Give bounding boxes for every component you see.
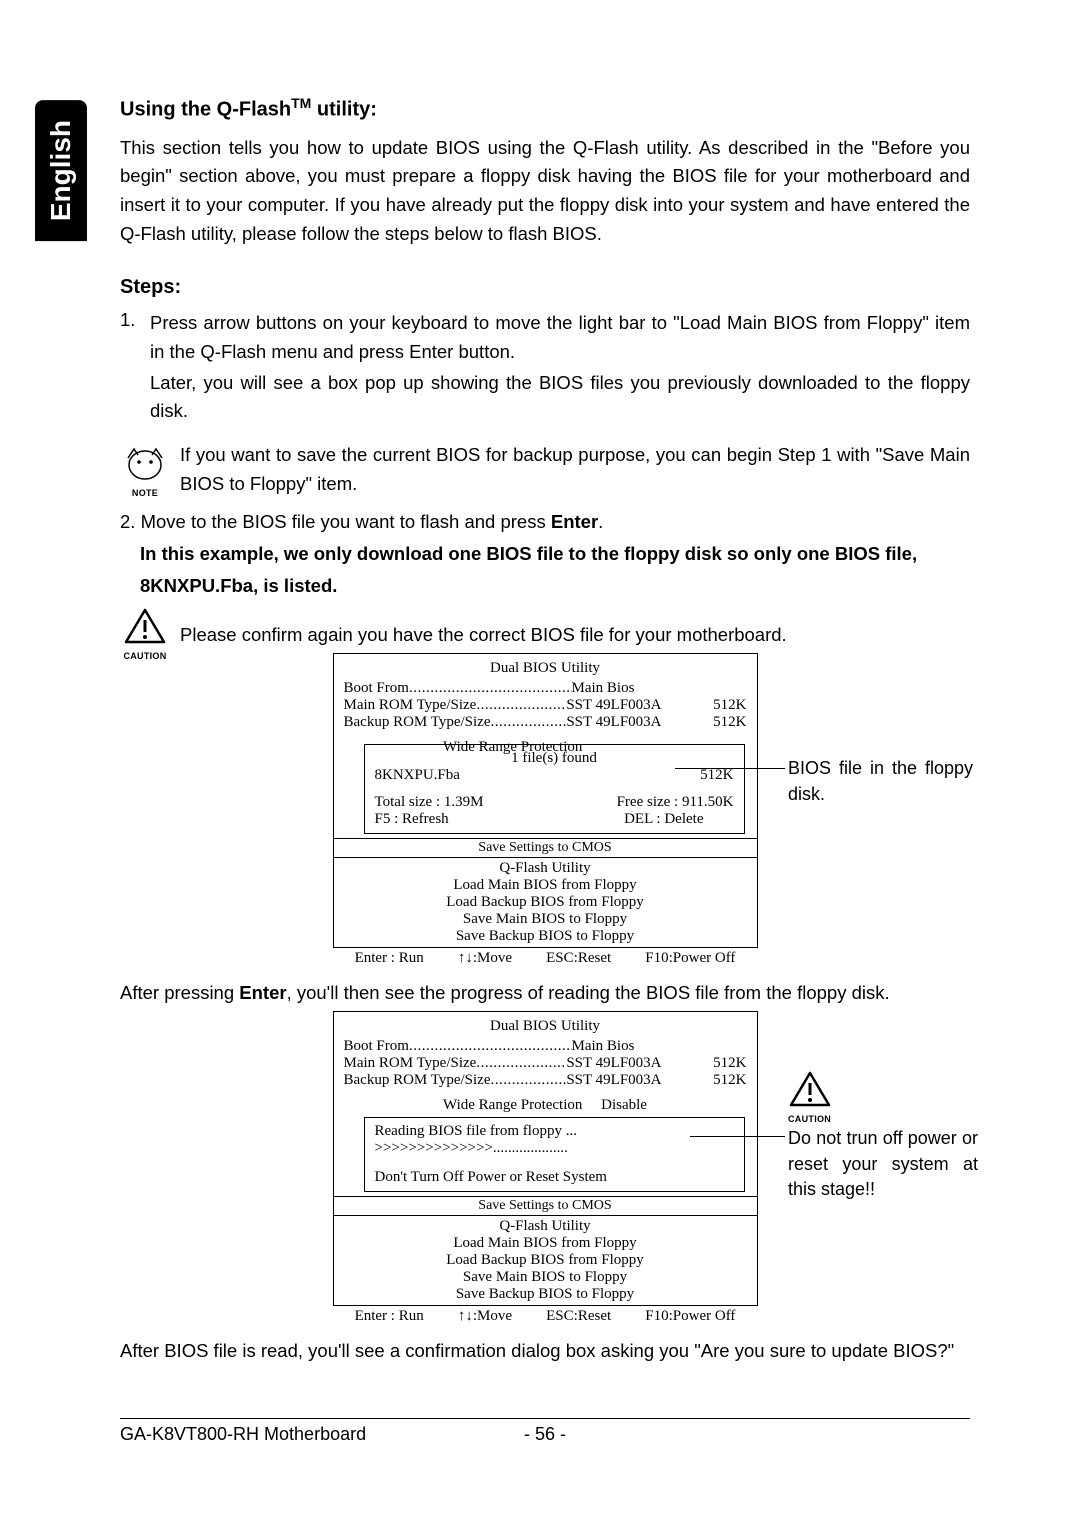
title-tm: TM [291, 95, 311, 111]
step-number: 1. [120, 309, 150, 331]
util1-save-settings: Save Settings to CMOS [333, 839, 758, 858]
section-title: Using the Q-FlashTM utility: [120, 95, 970, 122]
util1-freesize-label: Free size : [617, 794, 682, 810]
after-text-2: After BIOS file is read, you'll see a co… [120, 1340, 970, 1362]
step2-bold: Enter [551, 511, 598, 532]
util1-mainrom-val: SST 49LF003A [566, 697, 661, 714]
util2-boot-val: Main Bios [572, 1038, 747, 1055]
after1-suffix: , you'll then see the progress of readin… [287, 982, 890, 1003]
util1-backuprom-val: SST 49LF003A [566, 714, 661, 731]
util1-menu4: Save Backup BIOS to Floppy [334, 928, 757, 945]
util2-widerange-val: Disable [601, 1097, 647, 1113]
page-content: Using the Q-FlashTM utility: This sectio… [120, 95, 970, 1377]
util2-reading: Reading BIOS file from floppy ... [375, 1123, 734, 1140]
step-text: Press arrow buttons on your keyboard to … [150, 309, 970, 366]
utility-box-2: Dual BIOS Utility Boot From ............… [333, 1011, 758, 1325]
after1-prefix: After pressing [120, 982, 239, 1003]
util1-f10: F10:Power Off [645, 950, 735, 967]
util2-menu4: Save Backup BIOS to Floppy [334, 1286, 757, 1303]
utility-box-1-wrap: Dual BIOS Utility Boot From ............… [120, 653, 970, 967]
annotation-1: BIOS file in the floppy disk. [788, 756, 973, 806]
util2-esc: ESC:Reset [546, 1308, 611, 1325]
title-suffix: utility: [311, 99, 377, 121]
util2-backuprom-val: SST 49LF003A [566, 1072, 661, 1089]
util1-boot-label: Boot From [344, 680, 409, 697]
connector-line-2 [690, 1136, 785, 1137]
util1-del: DEL : Delete [624, 811, 703, 828]
util1-files-found: 1 file(s) found [375, 750, 734, 767]
util2-qflash-title: Q-Flash Utility [334, 1218, 757, 1235]
util1-totalsize-val: 1.39M [444, 794, 484, 810]
title-prefix: Using the Q-Flash [120, 99, 291, 121]
util2-mainrom-val: SST 49LF003A [566, 1055, 661, 1072]
util2-widerange-label: Wide Range Protection [443, 1097, 582, 1113]
util2-dont-turn-off: Don't Turn Off Power or Reset System [375, 1169, 734, 1186]
step2-suffix: . [598, 511, 603, 532]
util1-title: Dual BIOS Utility [344, 660, 747, 677]
util1-filename: 8KNXPU.Fba [375, 767, 460, 784]
caution-text-1: Please confirm again you have the correc… [180, 624, 970, 646]
util1-move: ↑↓:Move [458, 950, 512, 967]
util1-freesize-val: 911.50K [682, 794, 734, 810]
util2-f10: F10:Power Off [645, 1308, 735, 1325]
footer-left: GA-K8VT800-RH Motherboard [120, 1424, 524, 1445]
util2-mainrom-size: 512K [662, 1055, 747, 1072]
footer-right [566, 1424, 970, 1445]
footer-page-number: - 56 - [524, 1424, 566, 1445]
intro-paragraph: This section tells you how to update BIO… [120, 134, 970, 249]
util2-backuprom-size: 512K [662, 1072, 747, 1089]
util1-menu3: Save Main BIOS to Floppy [334, 911, 757, 928]
util1-filesize: 512K [700, 767, 733, 784]
util1-qflash-title: Q-Flash Utility [334, 860, 757, 877]
util1-backuprom-size: 512K [662, 714, 747, 731]
note-icon: NOTE [120, 441, 170, 498]
after1-bold: Enter [239, 982, 286, 1003]
util2-mainrom-label: Main ROM Type/Size [344, 1055, 477, 1072]
step-2: 2. Move to the BIOS file you want to fla… [120, 508, 970, 537]
annotation-2: Do not trun off power or reset your syst… [788, 1126, 978, 1202]
util2-enter: Enter : Run [355, 1308, 424, 1325]
util1-esc: ESC:Reset [546, 950, 611, 967]
caution-label-2: CAUTION [788, 1114, 831, 1124]
util2-backuprom-label: Backup ROM Type/Size [344, 1072, 491, 1089]
util1-mainrom-size: 512K [662, 697, 747, 714]
bold-example-line2: 8KNXPU.Fba, is listed. [140, 572, 970, 601]
after-text-1: After pressing Enter, you'll then see th… [120, 982, 970, 1004]
util1-mainrom-label: Main ROM Type/Size [344, 697, 477, 714]
steps-title: Steps: [120, 276, 970, 299]
util1-menu2: Load Backup BIOS from Floppy [334, 894, 757, 911]
util2-boot-label: Boot From [344, 1038, 409, 1055]
step1-later: Later, you will see a box pop up showing… [150, 369, 970, 426]
connector-line-1 [675, 768, 785, 769]
util1-totalsize-label: Total size : [375, 794, 444, 810]
util2-save-settings: Save Settings to CMOS [333, 1197, 758, 1216]
util1-backuprom-label: Backup ROM Type/Size [344, 714, 491, 731]
step-1: 1. Press arrow buttons on your keyboard … [120, 309, 970, 366]
util1-boot-val: Main Bios [572, 680, 747, 697]
utility-box-1: Dual BIOS Utility Boot From ............… [333, 653, 758, 967]
note-label: NOTE [120, 488, 170, 498]
note-row: NOTE If you want to save the current BIO… [120, 441, 970, 498]
caution-icon-2: CAUTION [788, 1071, 831, 1124]
utility-box-2-wrap: Dual BIOS Utility Boot From ............… [120, 1011, 970, 1325]
util2-title: Dual BIOS Utility [344, 1018, 747, 1035]
bold-example-line1: In this example, we only download one BI… [140, 540, 970, 569]
note-text: If you want to save the current BIOS for… [180, 441, 970, 498]
util1-f5: F5 : Refresh [375, 811, 449, 828]
util2-menu1: Load Main BIOS from Floppy [334, 1235, 757, 1252]
util2-menu3: Save Main BIOS to Floppy [334, 1269, 757, 1286]
util2-move: ↑↓:Move [458, 1308, 512, 1325]
language-tab: English [35, 100, 87, 241]
util2-menu2: Load Backup BIOS from Floppy [334, 1252, 757, 1269]
step2-prefix: 2. Move to the BIOS file you want to fla… [120, 511, 551, 532]
util1-menu1: Load Main BIOS from Floppy [334, 877, 757, 894]
page-footer: GA-K8VT800-RH Motherboard - 56 - [120, 1418, 970, 1445]
util1-enter: Enter : Run [355, 950, 424, 967]
util2-progress: >>>>>>>>>>>>>>.................... [375, 1140, 734, 1157]
